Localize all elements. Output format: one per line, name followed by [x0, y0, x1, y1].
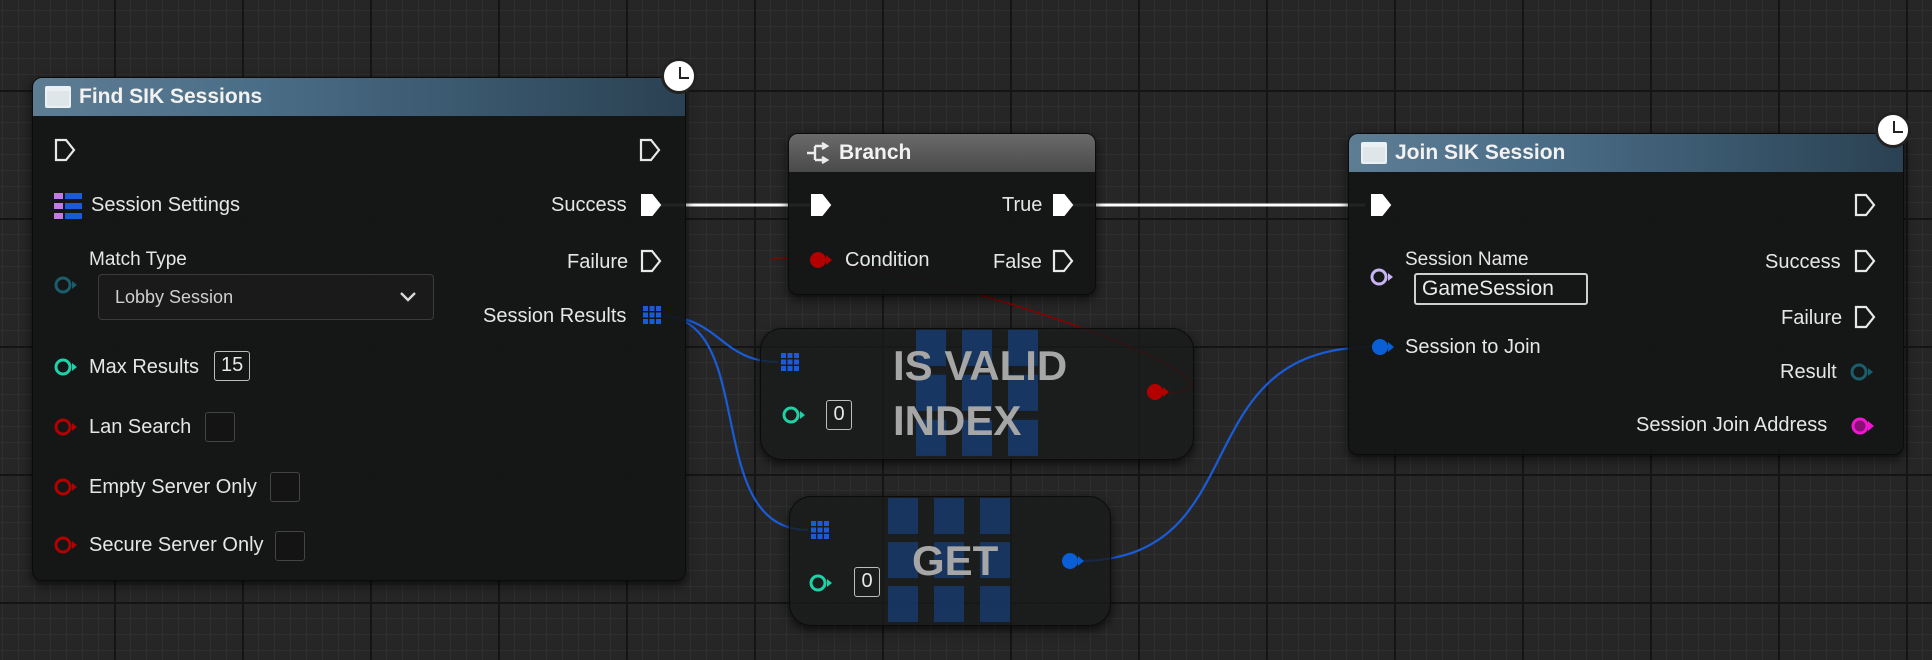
secure-server-only-label: Secure Server Only: [89, 534, 264, 556]
get-return-pin[interactable]: [1060, 551, 1084, 569]
false-label: False: [993, 251, 1042, 273]
get-index-input[interactable]: 0: [854, 567, 880, 597]
true-label: True: [1002, 194, 1043, 216]
session-name-input[interactable]: GameSession: [1414, 273, 1588, 305]
empty-server-only-label: Empty Server Only: [89, 476, 257, 498]
match-type-label: Match Type: [89, 249, 187, 270]
failure-label: Failure: [567, 251, 629, 273]
exec-out-pin[interactable]: [639, 138, 661, 162]
get-title: GET: [912, 537, 999, 584]
blueprint-graph[interactable]: Find SIK Sessions Session Settings Succe…: [0, 0, 1932, 660]
join-success-exec-pin[interactable]: [1854, 249, 1876, 273]
name-pin[interactable]: [1370, 268, 1393, 286]
boolean-pin[interactable]: [54, 418, 77, 436]
join-failure-label: Failure: [1781, 307, 1843, 329]
chevron-down-icon: [400, 292, 416, 302]
session-settings-label: Session Settings: [91, 194, 240, 216]
node-title: Branch: [839, 141, 912, 164]
boolean-pin[interactable]: [54, 478, 77, 496]
array-grid-icon[interactable]: [811, 521, 829, 544]
session-join-address-label: Session Join Address: [1636, 414, 1828, 436]
false-exec-pin[interactable]: [1052, 249, 1074, 273]
session-join-address-pin[interactable]: [1850, 416, 1874, 435]
success-label: Success: [551, 194, 627, 216]
function-icon: [1361, 142, 1387, 164]
boolean-pin[interactable]: [54, 536, 77, 554]
integer-pin[interactable]: [54, 358, 77, 376]
failure-exec-pin[interactable]: [640, 249, 662, 273]
session-results-label: Session Results: [483, 305, 627, 327]
lan-search-checkbox[interactable]: [205, 412, 235, 442]
node-header[interactable]: Find SIK Sessions: [33, 78, 685, 116]
result-label: Result: [1780, 361, 1837, 383]
condition-pin[interactable]: [808, 250, 832, 268]
array-grid-icon[interactable]: [643, 306, 661, 329]
session-name-label: Session Name: [1405, 249, 1529, 270]
node-find-sik-sessions[interactable]: Find SIK Sessions: [32, 77, 686, 581]
isvalid-return-pin[interactable]: [1145, 382, 1169, 400]
success-exec-pin[interactable]: [640, 193, 662, 216]
enum-pin[interactable]: [54, 276, 77, 294]
integer-pin[interactable]: [809, 574, 832, 592]
isvalid-index-input[interactable]: 0: [826, 400, 852, 430]
result-pin[interactable]: [1850, 363, 1873, 381]
match-type-dropdown[interactable]: Lobby Session: [98, 274, 434, 320]
session-to-join-pin[interactable]: [1370, 337, 1394, 355]
array-grid-icon[interactable]: [781, 353, 799, 376]
join-failure-exec-pin[interactable]: [1854, 305, 1876, 329]
empty-server-only-checkbox[interactable]: [270, 472, 300, 502]
max-results-label: Max Results: [89, 356, 200, 378]
isvalid-title-line1: IS VALID: [893, 342, 1068, 389]
clock-icon: [1875, 112, 1911, 148]
node-title: Find SIK Sessions: [79, 85, 263, 108]
struct-icon[interactable]: [54, 193, 82, 224]
node-header[interactable]: Branch: [789, 134, 1095, 172]
node-branch[interactable]: Branch: [788, 133, 1096, 295]
secure-server-only-checkbox[interactable]: [275, 531, 305, 561]
node-header[interactable]: Join SIK Session: [1349, 134, 1903, 172]
condition-label: Condition: [845, 249, 930, 271]
exec-in-pin[interactable]: [54, 138, 76, 162]
node-title: Join SIK Session: [1395, 141, 1566, 164]
join-exec-in-pin[interactable]: [1370, 193, 1392, 216]
join-success-label: Success: [1765, 251, 1841, 273]
integer-pin[interactable]: [782, 406, 805, 424]
match-type-value: Lobby Session: [115, 287, 234, 307]
branch-exec-in-pin[interactable]: [810, 193, 832, 216]
session-to-join-label: Session to Join: [1405, 336, 1541, 358]
true-exec-pin[interactable]: [1052, 193, 1074, 216]
lan-search-label: Lan Search: [89, 416, 192, 438]
clock-icon: [661, 58, 697, 94]
branch-icon: [807, 142, 830, 164]
max-results-input[interactable]: 15: [214, 351, 251, 381]
function-icon: [45, 86, 71, 108]
isvalid-title-line2: INDEX: [893, 397, 1022, 444]
join-exec-out-pin[interactable]: [1854, 193, 1876, 217]
